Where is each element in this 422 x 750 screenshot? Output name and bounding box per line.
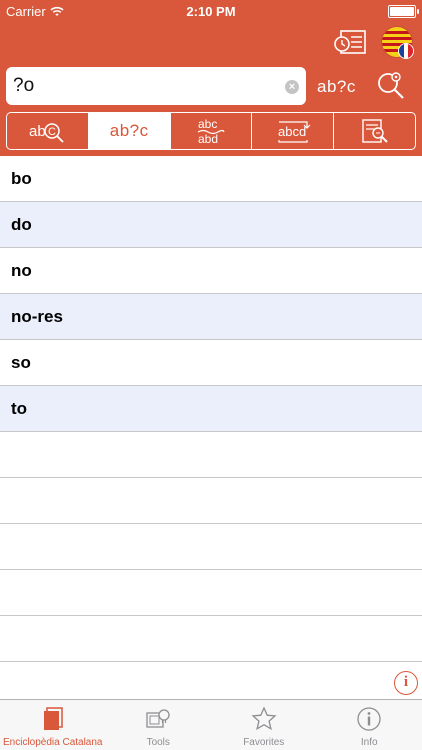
results-list: bo do no no-res so to: [0, 156, 422, 662]
empty-row: [0, 478, 422, 524]
tab-info[interactable]: Info: [317, 700, 422, 750]
tab-tools[interactable]: Tools: [106, 700, 212, 750]
search-mode-segmented-control: ab C ab?c abc abd abcd: [6, 112, 416, 150]
svg-text:C: C: [48, 126, 56, 138]
result-row[interactable]: so: [0, 340, 422, 386]
result-row[interactable]: do: [0, 202, 422, 248]
tab-label: Tools: [146, 737, 170, 748]
tab-favorites[interactable]: Favorites: [211, 700, 317, 750]
result-row[interactable]: no-res: [0, 294, 422, 340]
empty-row: [0, 616, 422, 662]
status-time: 2:10 PM: [186, 4, 236, 19]
info-icon[interactable]: i: [394, 671, 418, 695]
fulltext-icon: [361, 119, 388, 143]
segment-wildcard-label: ab?c: [109, 121, 149, 140]
clear-search-icon[interactable]: ×: [285, 80, 299, 94]
svg-text:ab: ab: [29, 123, 46, 140]
result-row[interactable]: no: [0, 248, 422, 294]
tab-label: Info: [360, 737, 378, 748]
segment-fulltext[interactable]: [334, 113, 415, 149]
segment-anagram[interactable]: abc abd: [171, 113, 253, 149]
segment-rhyme[interactable]: abcd: [252, 113, 335, 149]
tab-enciclopedia[interactable]: Enciclopèdia Catalana: [0, 700, 106, 750]
book-icon: [43, 707, 63, 730]
tools-icon: [146, 709, 170, 728]
empty-row: [0, 524, 422, 570]
search-mode-label[interactable]: ab?c: [317, 77, 356, 97]
result-row[interactable]: to: [0, 386, 422, 432]
status-bar: Carrier 2:10 PM: [0, 0, 422, 22]
search-options-icon[interactable]: [376, 70, 406, 102]
history-list-icon[interactable]: [333, 28, 367, 56]
rhyme-icon: abcd: [278, 121, 311, 143]
header-bar: Carrier 2:10 PM ?o × ab?c ab C ab?c abc …: [0, 0, 422, 156]
svg-text:abcd: abcd: [278, 124, 306, 139]
battery-icon: [388, 5, 419, 18]
empty-row: [0, 432, 422, 478]
segment-spell-check[interactable]: ab C: [7, 113, 89, 149]
svg-text:abc: abc: [198, 117, 217, 131]
tab-bar: Enciclopèdia Catalana Tools Favorites In…: [0, 699, 422, 750]
svg-text:abd: abd: [198, 132, 218, 146]
search-input[interactable]: [6, 67, 276, 105]
segment-wildcard[interactable]: ab?c: [88, 113, 171, 149]
tab-label: Enciclopèdia Catalana: [2, 737, 103, 748]
anagram-icon: abc abd: [197, 117, 225, 146]
result-row[interactable]: bo: [0, 156, 422, 202]
star-icon: [251, 706, 277, 731]
spell-check-icon: ab C: [29, 123, 65, 143]
french-flag-icon[interactable]: [398, 43, 414, 59]
search-field[interactable]: ×: [6, 67, 306, 105]
info-circle-icon: [357, 707, 381, 731]
empty-row: [0, 570, 422, 616]
tab-label: Favorites: [243, 737, 285, 748]
